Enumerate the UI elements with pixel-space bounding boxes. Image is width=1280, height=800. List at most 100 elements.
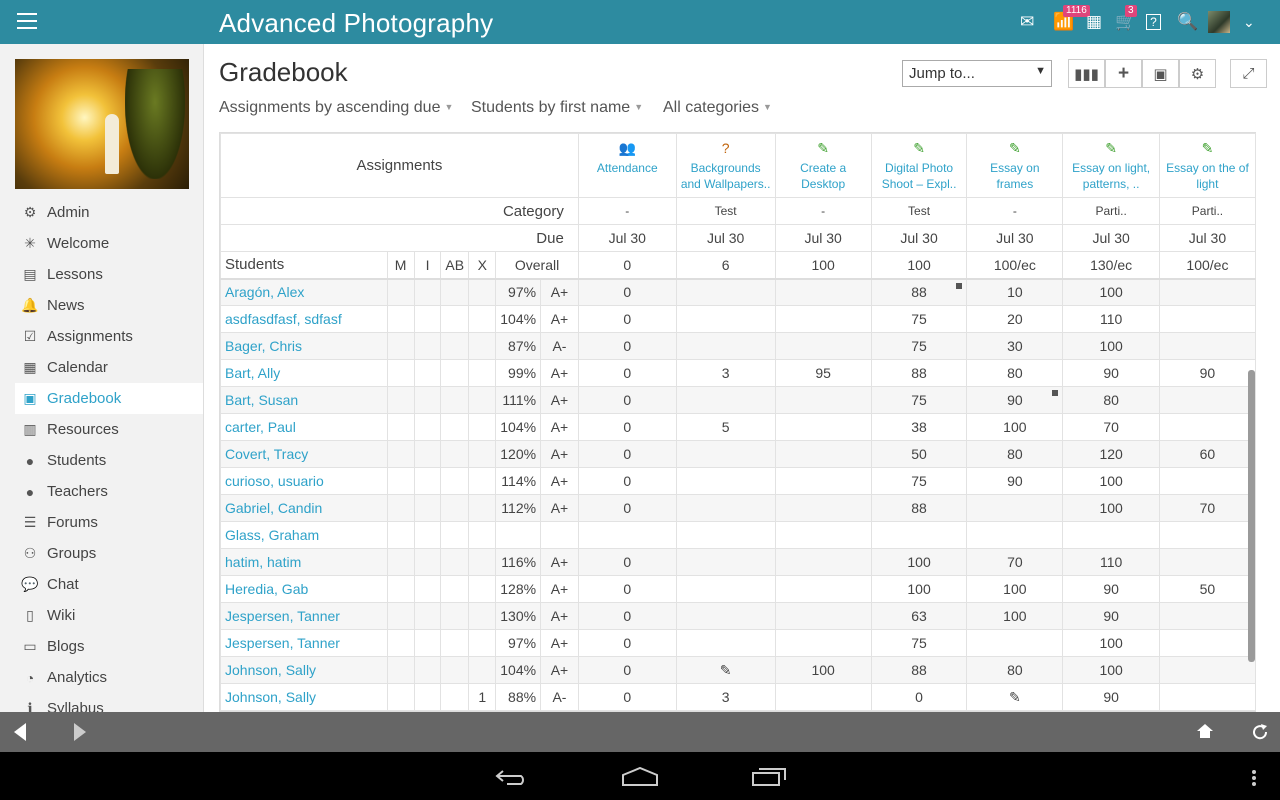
score-cell[interactable]: [675, 521, 776, 549]
score-cell[interactable]: 80: [966, 656, 1064, 684]
score-cell[interactable]: 80: [966, 359, 1064, 387]
cell-i[interactable]: [413, 494, 442, 522]
score-cell[interactable]: [1158, 278, 1256, 306]
sidebar-item-welcome[interactable]: ✳ Welcome: [15, 228, 203, 259]
cell-m[interactable]: [386, 413, 415, 441]
score-cell[interactable]: 88: [870, 278, 968, 306]
score-cell[interactable]: [675, 278, 776, 306]
system-home-icon[interactable]: [621, 767, 659, 787]
score-cell[interactable]: 0: [577, 413, 677, 441]
score-cell[interactable]: 100: [1062, 656, 1160, 684]
column-x[interactable]: X: [468, 251, 497, 280]
score-cell[interactable]: 30: [966, 332, 1064, 360]
cell-x[interactable]: [468, 602, 497, 630]
cell-x[interactable]: [468, 440, 497, 468]
score-cell[interactable]: 100: [966, 575, 1064, 603]
sidebar-item-analytics[interactable]: ◔ Analytics: [15, 662, 203, 693]
score-cell[interactable]: 120: [1062, 440, 1160, 468]
score-cell[interactable]: [1158, 413, 1256, 441]
score-cell[interactable]: 100: [1062, 629, 1160, 657]
score-cell[interactable]: 50: [870, 440, 968, 468]
forward-arrow-icon[interactable]: [74, 723, 86, 741]
student-name-link[interactable]: Aragón, Alex: [220, 278, 388, 306]
system-back-icon[interactable]: [495, 769, 529, 785]
overflow-menu-icon[interactable]: [1251, 769, 1257, 787]
score-cell[interactable]: [1158, 683, 1256, 711]
score-cell[interactable]: ✎: [675, 656, 776, 684]
score-cell[interactable]: [1158, 332, 1256, 360]
cell-ab[interactable]: [440, 413, 470, 441]
cell-i[interactable]: [413, 629, 442, 657]
chart-button[interactable]: ▮▮▮: [1068, 59, 1105, 88]
score-cell[interactable]: 60: [1158, 440, 1256, 468]
score-cell[interactable]: [774, 629, 872, 657]
settings-button[interactable]: ⚙: [1179, 59, 1216, 88]
cell-ab[interactable]: [440, 629, 470, 657]
score-cell[interactable]: 75: [870, 629, 968, 657]
sidebar-item-gradebook[interactable]: ▣ Gradebook: [15, 383, 203, 414]
cell-m[interactable]: [386, 359, 415, 387]
cell-m[interactable]: [386, 602, 415, 630]
score-cell[interactable]: 88: [870, 359, 968, 387]
score-cell[interactable]: 100: [774, 656, 872, 684]
assignment-column-header[interactable]: ✎ Digital Photo Shoot – Expl..: [870, 133, 968, 198]
score-cell[interactable]: 0: [577, 467, 677, 495]
score-cell[interactable]: [966, 521, 1064, 549]
calendar-icon[interactable]: ▦: [1086, 12, 1102, 32]
student-name-link[interactable]: Heredia, Gab: [220, 575, 388, 603]
score-cell[interactable]: 110: [1062, 548, 1160, 576]
back-arrow-icon[interactable]: [14, 723, 26, 741]
cell-i[interactable]: [413, 602, 442, 630]
score-cell[interactable]: 3: [675, 683, 776, 711]
score-cell[interactable]: [774, 278, 872, 306]
cell-x[interactable]: [468, 305, 497, 333]
score-cell[interactable]: 80: [1062, 386, 1160, 414]
assignment-column-header[interactable]: 👥 Attendance: [577, 133, 677, 198]
score-cell[interactable]: 90: [1062, 359, 1160, 387]
column-ab[interactable]: AB: [440, 251, 470, 280]
score-cell[interactable]: [1158, 386, 1256, 414]
feed-icon[interactable]: 📶 1116: [1053, 5, 1090, 32]
score-cell[interactable]: [1062, 521, 1160, 549]
score-cell[interactable]: 100: [1062, 278, 1160, 306]
score-cell[interactable]: 90: [1062, 575, 1160, 603]
score-cell[interactable]: [774, 494, 872, 522]
score-cell[interactable]: [966, 494, 1064, 522]
cell-x[interactable]: [468, 629, 497, 657]
score-cell[interactable]: [675, 494, 776, 522]
fullscreen-button[interactable]: ⤢: [1230, 59, 1267, 88]
score-cell[interactable]: 0: [577, 494, 677, 522]
score-cell[interactable]: [1158, 656, 1256, 684]
score-cell[interactable]: [774, 305, 872, 333]
cell-m[interactable]: [386, 494, 415, 522]
score-cell[interactable]: [1158, 467, 1256, 495]
score-cell[interactable]: [1158, 602, 1256, 630]
sidebar-item-syllabus[interactable]: ℹ Syllabus: [15, 693, 203, 712]
score-cell[interactable]: [675, 386, 776, 414]
score-cell[interactable]: ✎: [966, 683, 1064, 711]
student-name-link[interactable]: Jespersen, Tanner: [220, 629, 388, 657]
sidebar-item-lessons[interactable]: ▤ Lessons: [15, 259, 203, 290]
score-cell[interactable]: [675, 602, 776, 630]
filter-assignments-order[interactable]: Assignments by ascending due ▼: [219, 99, 453, 117]
cell-m[interactable]: [386, 332, 415, 360]
student-name-link[interactable]: carter, Paul: [220, 413, 388, 441]
score-cell[interactable]: 0: [577, 629, 677, 657]
cell-x[interactable]: [468, 521, 497, 549]
add-button[interactable]: +: [1105, 59, 1142, 88]
score-cell[interactable]: [675, 548, 776, 576]
cell-m[interactable]: [386, 521, 415, 549]
student-name-link[interactable]: Bart, Susan: [220, 386, 388, 414]
chevron-down-icon[interactable]: ⌄: [1243, 12, 1255, 32]
cell-ab[interactable]: [440, 575, 470, 603]
score-cell[interactable]: 0: [577, 278, 677, 306]
score-cell[interactable]: [1158, 305, 1256, 333]
export-button[interactable]: ▣: [1142, 59, 1179, 88]
score-cell[interactable]: 75: [870, 305, 968, 333]
score-cell[interactable]: [1158, 548, 1256, 576]
cell-i[interactable]: [413, 413, 442, 441]
score-cell[interactable]: [870, 521, 968, 549]
cell-i[interactable]: [413, 467, 442, 495]
cell-x[interactable]: [468, 386, 497, 414]
score-cell[interactable]: [774, 413, 872, 441]
